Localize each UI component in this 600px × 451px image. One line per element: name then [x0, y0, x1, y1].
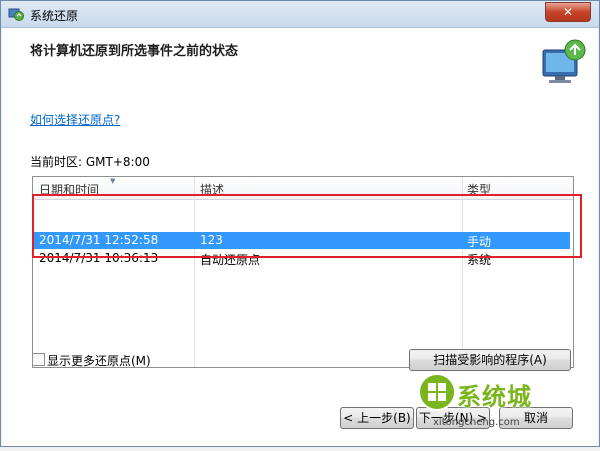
system-restore-icon — [8, 8, 24, 21]
column-divider — [462, 177, 463, 367]
watermark-url: xitongcheng.com — [433, 417, 520, 428]
scan-affected-programs-button[interactable]: 扫描受影响的程序(A) — [409, 349, 571, 371]
restore-computer-icon — [542, 39, 586, 83]
table-header: ▼ 日期和时间 描述 类型 — [33, 177, 573, 200]
system-restore-window: 系统还原 ✕ 将计算机还原到所选事件之前的状态 如何选择还原点? 当前时区: G… — [0, 0, 600, 447]
help-link[interactable]: 如何选择还原点? — [30, 111, 120, 128]
column-header-datetime[interactable]: 日期和时间 — [39, 181, 99, 198]
page-heading: 将计算机还原到所选事件之前的状态 — [30, 44, 239, 59]
show-more-label[interactable]: 显示更多还原点(M) — [47, 352, 151, 369]
sort-arrow-icon: ▼ — [110, 177, 116, 185]
cell-type: 系统 — [467, 253, 492, 267]
watermark-logo-icon — [418, 373, 456, 411]
cell-description: 123 — [200, 233, 223, 247]
cell-description: 自动还原点 — [200, 253, 261, 267]
checkbox-box[interactable] — [32, 353, 45, 366]
window-title: 系统还原 — [30, 9, 79, 23]
table-row[interactable]: 2014/7/31 10:36:13 自动还原点 系统 — [34, 250, 570, 267]
content-area: 将计算机还原到所选事件之前的状态 如何选择还原点? 当前时区: GMT+8:00… — [2, 28, 598, 446]
back-button[interactable]: < 上一步(B) — [340, 407, 414, 429]
column-divider — [194, 177, 195, 367]
timezone-label: 当前时区: GMT+8:00 — [30, 155, 150, 169]
watermark-text: 系统城 — [457, 383, 532, 411]
cell-datetime: 2014/7/31 12:52:58 — [39, 233, 159, 247]
column-header-description[interactable]: 描述 — [200, 181, 224, 198]
restore-point-table[interactable]: ▼ 日期和时间 描述 类型 2014/7/31 12:52:58 123 手动 … — [32, 176, 574, 368]
title-bar[interactable]: 系统还原 ✕ — [1, 1, 599, 28]
close-button[interactable]: ✕ — [545, 2, 591, 22]
cell-type: 手动 — [467, 235, 492, 249]
watermark: 系统城 xitongcheng.com — [417, 371, 562, 451]
column-header-type[interactable]: 类型 — [467, 181, 491, 198]
table-row[interactable]: 2014/7/31 12:52:58 123 手动 — [34, 232, 570, 249]
cell-datetime: 2014/7/31 10:36:13 — [39, 251, 159, 265]
